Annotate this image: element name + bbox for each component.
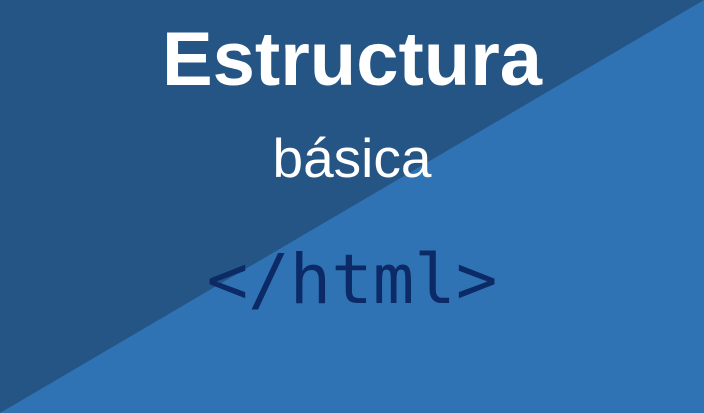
banner-title: Estructura	[161, 17, 543, 102]
banner-subtitle: básica	[272, 127, 432, 189]
banner: Estructura básica </html>	[0, 0, 704, 413]
html-closing-tag: </html>	[206, 240, 498, 320]
